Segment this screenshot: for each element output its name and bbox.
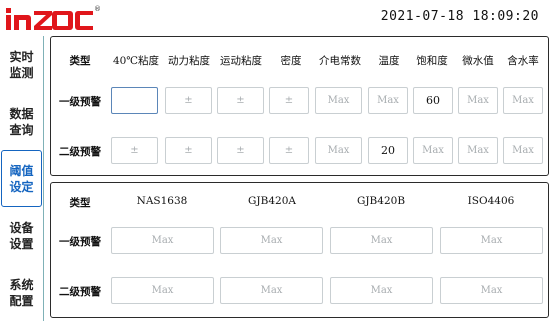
col-header-kinematic-viscosity: 运动粘度 bbox=[220, 55, 262, 67]
col-header-dynamic-viscosity: 动力粘度 bbox=[168, 55, 210, 67]
level2-water-content-input[interactable]: Max bbox=[503, 137, 543, 164]
level2-gjb420a-input[interactable]: Max bbox=[220, 277, 323, 304]
col-header-iso4406: ISO4406 bbox=[467, 195, 515, 207]
level2-viscosity-40c-input[interactable]: ± bbox=[111, 137, 158, 164]
level1-gjb420a-input[interactable]: Max bbox=[220, 227, 323, 254]
col-header-density: 密度 bbox=[280, 55, 302, 67]
level2-saturation-input[interactable]: Max bbox=[413, 137, 453, 164]
level2-micro-water-input[interactable]: Max bbox=[458, 137, 498, 164]
level2-nas1638-input[interactable]: Max bbox=[111, 277, 214, 304]
nav-item-system-config[interactable]: 系统 配置 bbox=[0, 264, 43, 321]
nav-item-threshold-setting[interactable]: 阈值 设定 bbox=[1, 150, 42, 207]
type-header: 类型 bbox=[69, 55, 91, 67]
col-header-gjb420b: GJB420B bbox=[356, 195, 406, 207]
level1-nas1638-input[interactable]: Max bbox=[111, 227, 214, 254]
row-label-level1-warning: 一级预警 bbox=[59, 96, 101, 108]
col-header-temperature: 温度 bbox=[378, 55, 400, 67]
row-label-level2-warning: 二级预警 bbox=[59, 286, 101, 298]
col-header-water-content: 含水率 bbox=[507, 55, 539, 67]
col-header-gjb420a: GJB420A bbox=[248, 195, 296, 207]
level2-gjb420b-input[interactable]: Max bbox=[330, 277, 433, 304]
level1-kinematic-viscosity-input[interactable]: ± bbox=[217, 87, 264, 114]
level2-kinematic-viscosity-input[interactable]: ± bbox=[217, 137, 264, 164]
level1-water-content-input[interactable]: Max bbox=[503, 87, 543, 114]
level1-viscosity-40c-input[interactable] bbox=[111, 87, 158, 114]
sidebar: 实时 监测 数据 查询 阈值 设定 设备 设置 系统 配置 bbox=[0, 36, 44, 321]
level1-gjb420b-input[interactable]: Max bbox=[330, 227, 433, 254]
level2-dynamic-viscosity-input[interactable]: ± bbox=[165, 137, 212, 164]
level1-dielectric-constant-input[interactable]: Max bbox=[315, 87, 362, 114]
particle-contamination-threshold-panel: 类型 NAS1638 GJB420A GJB420B ISO4406 一级预警 … bbox=[50, 182, 549, 318]
level2-temperature-input[interactable]: 20 bbox=[368, 137, 408, 164]
oil-param-threshold-panel: 类型 40℃粘度 动力粘度 运动粘度 密度 介电常数 温度 饱和度 微水值 含水… bbox=[50, 36, 549, 176]
type-header: 类型 bbox=[69, 197, 91, 209]
level2-iso4406-input[interactable]: Max bbox=[440, 277, 543, 304]
nav-item-device-settings[interactable]: 设备 设置 bbox=[0, 207, 43, 264]
col-header-saturation: 饱和度 bbox=[416, 55, 448, 67]
col-header-viscosity-40c: 40℃粘度 bbox=[112, 55, 160, 67]
level1-saturation-input[interactable]: 60 bbox=[413, 87, 453, 114]
col-header-micro-water: 微水值 bbox=[462, 55, 494, 67]
row-label-level1-warning: 一级预警 bbox=[59, 236, 101, 248]
level1-iso4406-input[interactable]: Max bbox=[440, 227, 543, 254]
level2-dielectric-constant-input[interactable]: Max bbox=[315, 137, 362, 164]
level1-micro-water-input[interactable]: Max bbox=[458, 87, 498, 114]
level1-density-input[interactable]: ± bbox=[269, 87, 309, 114]
inzoc-logo: ® bbox=[6, 5, 100, 30]
col-header-dielectric-constant: 介电常数 bbox=[319, 55, 361, 67]
nav-item-realtime-monitor[interactable]: 实时 监测 bbox=[0, 36, 43, 93]
level2-density-input[interactable]: ± bbox=[269, 137, 309, 164]
nav-item-data-query[interactable]: 数据 查询 bbox=[0, 93, 43, 150]
datetime-display: 2021-07-18 18:09:20 bbox=[380, 9, 539, 24]
level1-temperature-input[interactable]: Max bbox=[368, 87, 408, 114]
svg-text:®: ® bbox=[94, 5, 100, 13]
row-label-level2-warning: 二级预警 bbox=[59, 146, 101, 158]
level1-dynamic-viscosity-input[interactable]: ± bbox=[165, 87, 212, 114]
col-header-nas1638: NAS1638 bbox=[136, 195, 188, 207]
